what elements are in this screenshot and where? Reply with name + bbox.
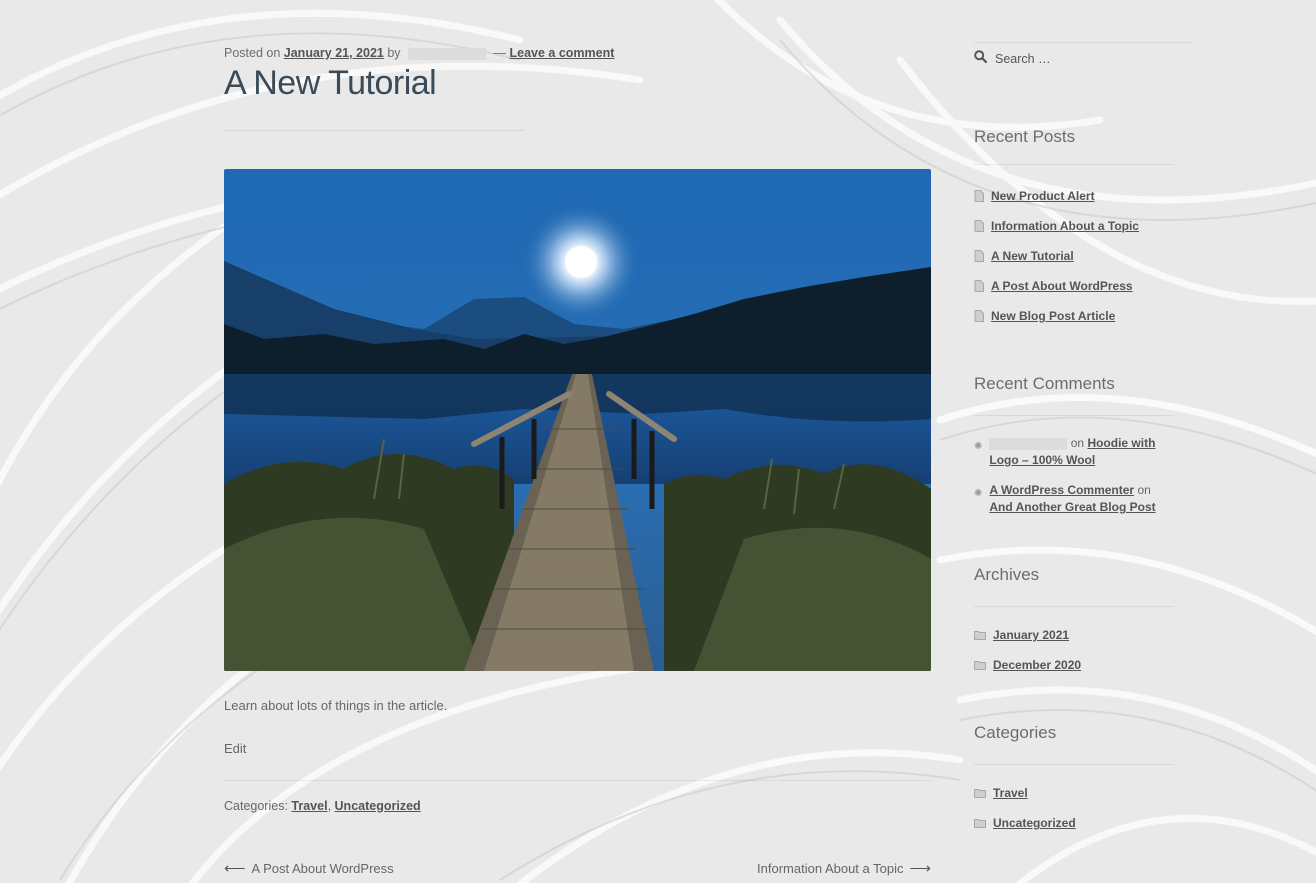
- comment-on-label: on: [1070, 436, 1085, 450]
- recent-posts-title: Recent Posts: [974, 127, 1076, 146]
- recent-post-item: A New Tutorial: [974, 248, 1174, 265]
- post-title: A New Tutorial: [224, 64, 437, 102]
- folder-icon: [974, 819, 986, 828]
- recent-posts-rule: [974, 164, 1174, 165]
- leave-comment-link[interactable]: Leave a comment: [510, 46, 615, 60]
- category-item: Uncategorized: [974, 815, 1174, 832]
- folder-icon: [974, 631, 986, 640]
- recent-post-link[interactable]: New Blog Post Article: [991, 308, 1115, 325]
- category-link-travel[interactable]: Travel: [291, 799, 327, 813]
- recent-post-item: Information About a Topic: [974, 218, 1174, 235]
- category-link[interactable]: Uncategorized: [993, 815, 1076, 832]
- folder-icon: [974, 789, 986, 798]
- recent-comment-item: ✺ on Hoodie with Logo – 100% Wool: [974, 435, 1174, 469]
- document-icon: [974, 250, 984, 262]
- recent-comments-list: ✺ on Hoodie with Logo – 100% Wool ✺ A Wo…: [974, 435, 1174, 516]
- post-meta: Posted on January 21, 2021 by — Leave a …: [224, 46, 614, 60]
- arrow-right-icon: ⟶: [909, 860, 931, 877]
- category-link[interactable]: Travel: [993, 785, 1028, 802]
- archive-link[interactable]: December 2020: [993, 657, 1081, 674]
- comment-icon: ✺: [974, 441, 983, 452]
- post-categories: Categories: Travel, Uncategorized: [224, 799, 421, 813]
- categories-list: Travel Uncategorized: [974, 785, 1174, 832]
- recent-comment-item: ✺ A WordPress Commenter on And Another G…: [974, 482, 1174, 516]
- recent-post-item: New Product Alert: [974, 188, 1174, 205]
- categories-widget-rule: [974, 764, 1174, 765]
- post-excerpt: Learn about lots of things in the articl…: [224, 698, 448, 713]
- category-item: Travel: [974, 785, 1174, 802]
- previous-post-link[interactable]: ⟵ A Post About WordPress: [224, 859, 394, 877]
- comment-author-redacted: [989, 437, 1068, 450]
- folder-icon: [974, 661, 986, 670]
- next-post-label: Information About a Topic: [757, 860, 904, 876]
- meta-dash: —: [493, 46, 507, 60]
- categories-title: Categories: [974, 723, 1057, 742]
- recent-posts-list: New Product Alert Information About a To…: [974, 188, 1174, 325]
- search-top-rule: [974, 42, 1194, 43]
- by-label: by: [387, 46, 401, 60]
- comment-post-link[interactable]: And Another Great Blog Post: [989, 500, 1155, 514]
- recent-post-link[interactable]: New Product Alert: [991, 188, 1095, 205]
- recent-post-item: New Blog Post Article: [974, 308, 1174, 325]
- edit-link[interactable]: Edit: [224, 741, 246, 756]
- sidebar-search: [974, 44, 1194, 74]
- posted-on-label: Posted on: [224, 46, 281, 60]
- arrow-left-icon: ⟵: [224, 860, 246, 877]
- categories-label: Categories:: [224, 799, 288, 813]
- recent-comments-title: Recent Comments: [974, 374, 1115, 393]
- comment-author-link[interactable]: A WordPress Commenter: [989, 483, 1134, 497]
- category-link-uncategorized[interactable]: Uncategorized: [335, 799, 421, 813]
- title-divider: [224, 130, 524, 131]
- archives-title: Archives: [974, 565, 1040, 584]
- recent-post-link[interactable]: A New Tutorial: [991, 248, 1074, 265]
- recent-post-link[interactable]: Information About a Topic: [991, 218, 1139, 235]
- categories-separator: ,: [327, 799, 332, 813]
- document-icon: [974, 190, 984, 202]
- archives-list: January 2021 December 2020: [974, 627, 1174, 674]
- next-post-link[interactable]: Information About a Topic ⟶: [757, 859, 931, 877]
- recent-post-link[interactable]: A Post About WordPress: [991, 278, 1133, 295]
- search-icon[interactable]: [974, 50, 988, 68]
- archive-item: December 2020: [974, 657, 1174, 674]
- author-redacted: [408, 47, 487, 60]
- recent-comments-rule: [974, 415, 1174, 416]
- post-date-link[interactable]: January 21, 2021: [284, 46, 384, 60]
- document-icon: [974, 310, 984, 322]
- archive-link[interactable]: January 2021: [993, 627, 1069, 644]
- archives-rule: [974, 606, 1174, 607]
- comment-on-label: on: [1137, 483, 1151, 497]
- previous-post-label: A Post About WordPress: [251, 860, 394, 876]
- recent-post-item: A Post About WordPress: [974, 278, 1174, 295]
- featured-image: [224, 169, 931, 671]
- document-icon: [974, 280, 984, 292]
- search-input[interactable]: [995, 52, 1175, 66]
- document-icon: [974, 220, 984, 232]
- comment-icon: ✺: [974, 488, 983, 499]
- archive-item: January 2021: [974, 627, 1174, 644]
- categories-divider: [224, 780, 931, 781]
